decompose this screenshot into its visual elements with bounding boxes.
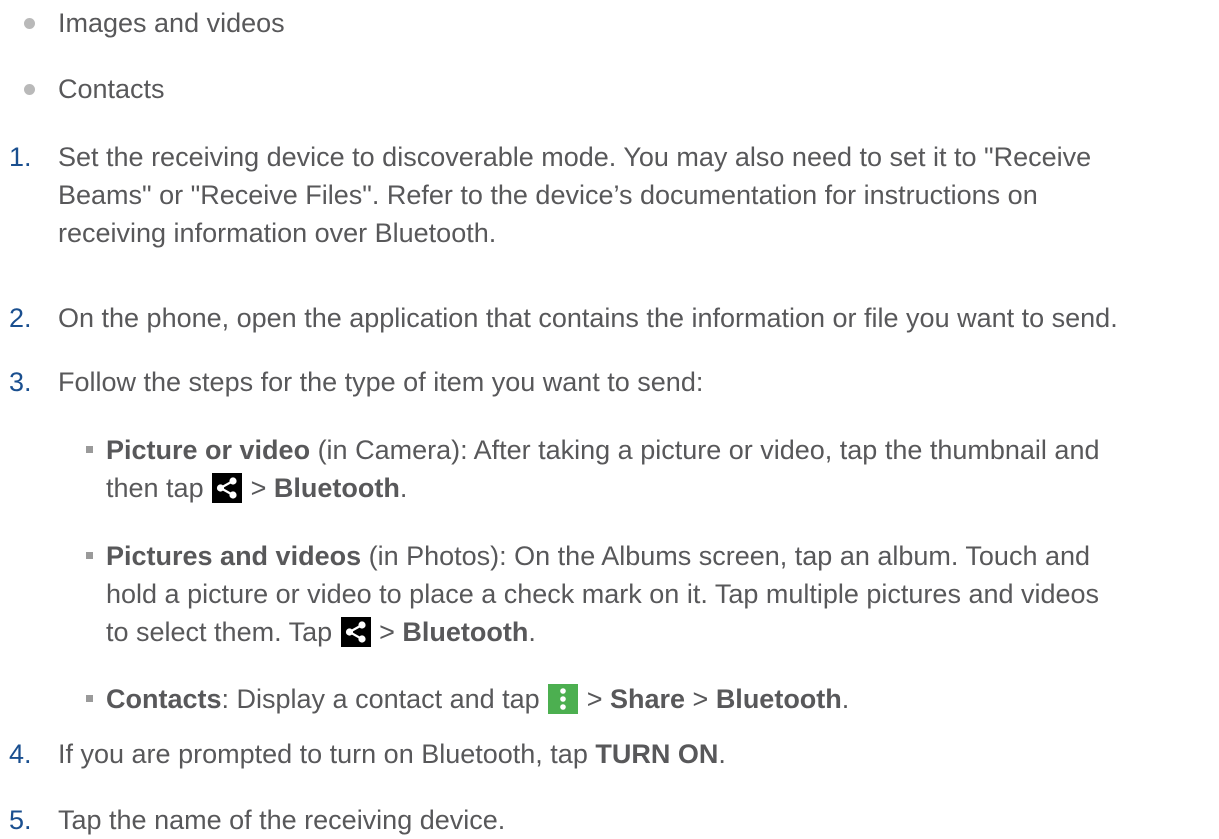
more-vert-icon: [548, 684, 579, 714]
share-icon: [340, 617, 371, 647]
square-bullet-icon: [86, 695, 93, 702]
substep-line: Picture or video (in Camera): After taki…: [106, 431, 1216, 469]
step-number: 3.: [9, 367, 32, 397]
substep-line: to select them. Tap > Bluetooth.: [106, 613, 1216, 651]
step-text-line: Set the receiving device to discoverable…: [58, 142, 1092, 172]
substep-line-text: (in Photos): On the Albums screen, tap a…: [361, 541, 1091, 571]
step-text: If you are prompted to turn on Bluetooth…: [58, 735, 1218, 773]
substep-line: hold a picture or video to place a check…: [106, 579, 1100, 609]
period: .: [399, 473, 408, 503]
substep-line-text: (in Camera): After taking a picture or v…: [310, 435, 1100, 465]
substep-text: Picture or video (in Camera): After taki…: [106, 431, 1216, 507]
period: .: [718, 739, 726, 769]
substep-text: Contacts: Display a contact and tap > Sh…: [106, 680, 1216, 718]
turn-on-label: TURN ON: [595, 739, 719, 769]
step-number: 2.: [9, 303, 32, 333]
bullet-text: Contacts: [58, 74, 165, 104]
period: .: [528, 617, 536, 647]
substep-line: Pictures and videos (in Photos): On the …: [106, 537, 1216, 575]
step-text-part: If you are prompted to turn on Bluetooth…: [58, 739, 596, 769]
substep-heading: Contacts: [106, 684, 222, 714]
step-text: On the phone, open the application that …: [58, 303, 1118, 333]
step-text-line: Beams" or "Receive Files". Refer to the …: [58, 180, 1038, 210]
separator: >: [685, 684, 716, 714]
substep-line: Contacts: Display a contact and tap > Sh…: [106, 680, 1216, 718]
bluetooth-label: Bluetooth: [715, 684, 842, 714]
document-page: Images and videos Contacts 1. Set the re…: [0, 0, 1219, 838]
bullet-text: Images and videos: [58, 8, 285, 38]
separator: >: [579, 684, 610, 714]
substep-line-text: : Display a contact and tap: [221, 684, 548, 714]
bluetooth-label: Bluetooth: [402, 617, 529, 647]
separator: >: [371, 617, 403, 647]
bullet-dot: [24, 84, 35, 95]
step-text: Follow the steps for the type of item yo…: [58, 367, 704, 397]
bluetooth-label: Bluetooth: [273, 473, 400, 503]
share-icon: [212, 473, 243, 503]
substep-heading: Picture or video: [106, 435, 311, 465]
square-bullet-icon: [86, 446, 93, 453]
substep-line-text: to select them. Tap: [106, 617, 340, 647]
step-text: Tap the name of the receiving device.: [58, 805, 506, 835]
step-number: 4.: [9, 739, 32, 769]
step-number: 1.: [9, 142, 32, 172]
substep-text: Pictures and videos (in Photos): On the …: [106, 537, 1216, 651]
step-text: Set the receiving device to discoverable…: [58, 138, 1218, 252]
substep-line: then tap > Bluetooth.: [106, 469, 1216, 507]
share-label: Share: [609, 684, 686, 714]
bullet-dot: [24, 18, 35, 29]
substep-heading: Pictures and videos: [106, 541, 362, 571]
substep-line-text: then tap: [106, 473, 212, 503]
square-bullet-icon: [86, 552, 93, 559]
period: .: [841, 684, 850, 714]
step-text-line: receiving information over Bluetooth.: [58, 218, 497, 248]
step-number: 5.: [9, 805, 32, 835]
separator: >: [243, 473, 274, 503]
